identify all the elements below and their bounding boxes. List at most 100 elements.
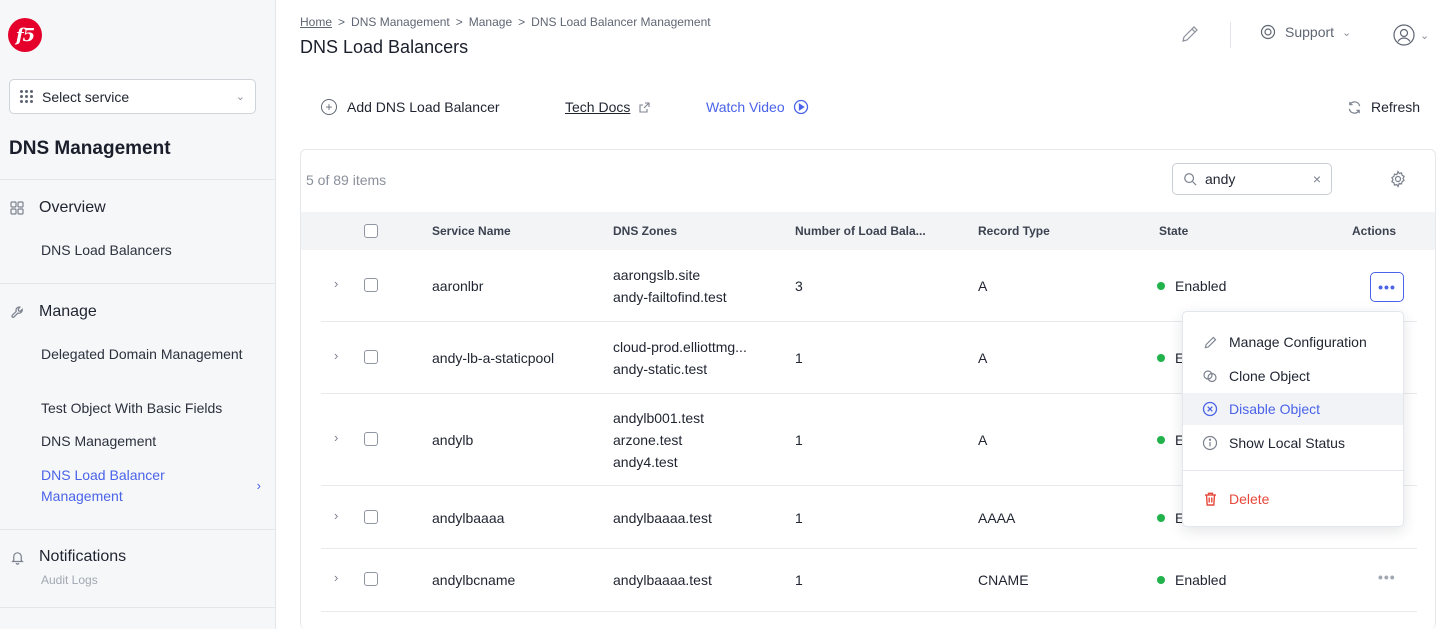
- row-actions-menu: Manage Configuration Clone Object Disabl…: [1182, 311, 1404, 527]
- user-avatar-icon: [1393, 24, 1415, 46]
- menu-item-delete[interactable]: Delete: [1183, 483, 1403, 515]
- select-all-checkbox[interactable]: [364, 224, 378, 238]
- row-checkbox[interactable]: [364, 278, 378, 292]
- dns-zone: andy-failtofind.test: [613, 289, 727, 305]
- chevron-right-icon[interactable]: ›: [334, 430, 338, 445]
- menu-item-label: Disable Object: [1229, 401, 1321, 417]
- state-label: Enabled: [1175, 572, 1227, 588]
- dns-zone: andylbaaaa.test: [613, 510, 712, 526]
- sidebar-group-manage[interactable]: Manage: [9, 303, 97, 321]
- sidebar-group-notifications[interactable]: Notifications: [9, 548, 126, 566]
- table-settings-gear-icon[interactable]: [1389, 170, 1407, 188]
- tech-docs-label: Tech Docs: [565, 99, 631, 115]
- dns-zone: cloud-prod.elliottmg...: [613, 339, 747, 355]
- menu-item-show-local-status[interactable]: Show Local Status: [1183, 427, 1403, 459]
- breadcrumb-home[interactable]: Home: [300, 15, 332, 29]
- service-name[interactable]: andylb: [432, 430, 473, 451]
- dns-zone: aarongslb.site: [613, 267, 701, 283]
- search-icon: [1184, 173, 1197, 186]
- select-service-dropdown[interactable]: Select service ⌄: [9, 79, 256, 114]
- support-menu[interactable]: Support ⌄: [1260, 24, 1351, 40]
- lb-count: 1: [795, 432, 803, 448]
- status-dot-icon: [1157, 282, 1165, 291]
- sidebar-title: DNS Management: [9, 138, 171, 159]
- sidebar-group-overview[interactable]: Overview: [9, 199, 106, 217]
- sidebar-item-delegated-domain[interactable]: Delegated Domain Management: [41, 344, 261, 365]
- chevron-right-icon[interactable]: ›: [334, 508, 338, 523]
- plus-circle-icon: +: [321, 99, 337, 115]
- page-title: DNS Load Balancers: [300, 37, 469, 57]
- x-circle-icon: [1201, 401, 1219, 417]
- refresh-label: Refresh: [1371, 99, 1421, 115]
- sidebar-item-test-object[interactable]: Test Object With Basic Fields: [41, 398, 261, 419]
- add-dns-load-balancer-button[interactable]: + Add DNS Load Balancer: [321, 99, 500, 115]
- search-input[interactable]: andy ×: [1172, 163, 1332, 195]
- breadcrumb-manage[interactable]: Manage: [469, 15, 512, 29]
- breadcrumb-current: DNS Load Balancer Management: [531, 15, 711, 29]
- row-checkbox[interactable]: [364, 432, 378, 446]
- sidebar-item-dns-load-balancers[interactable]: DNS Load Balancers: [41, 240, 261, 261]
- watch-video-link[interactable]: Watch Video: [706, 99, 809, 115]
- menu-item-label: Delete: [1229, 491, 1270, 507]
- sidebar-item-audit-logs[interactable]: Audit Logs: [41, 573, 98, 587]
- row-actions-button[interactable]: •••: [1378, 569, 1396, 585]
- add-label: Add DNS Load Balancer: [347, 99, 500, 115]
- column-state[interactable]: State: [1159, 224, 1188, 238]
- divider: [0, 283, 276, 284]
- divider: [1183, 470, 1403, 471]
- f5-logo[interactable]: f5: [8, 18, 42, 52]
- item-count: 5 of 89 items: [306, 172, 387, 188]
- status-dot-icon: [1157, 354, 1165, 363]
- trash-icon: [1201, 491, 1219, 507]
- edit-pencil-button[interactable]: [1180, 24, 1200, 44]
- column-number-of-lbs[interactable]: Number of Load Bala...: [795, 224, 926, 238]
- search-value: andy: [1205, 171, 1236, 187]
- user-avatar-menu[interactable]: ⌄: [1393, 24, 1429, 46]
- dns-zone: arzone.test: [613, 432, 683, 448]
- refresh-icon: [1348, 100, 1361, 114]
- state: Enabled: [1157, 570, 1226, 591]
- sidebar-group-label: Overview: [39, 199, 106, 216]
- breadcrumb-dns-management[interactable]: DNS Management: [351, 15, 450, 29]
- record-type: A: [978, 432, 988, 448]
- menu-item-manage-configuration[interactable]: Manage Configuration: [1183, 326, 1403, 358]
- sidebar-item-dns-lb-management[interactable]: DNS Load Balancer Management ›: [41, 465, 261, 507]
- pencil-icon: [1182, 26, 1198, 42]
- clear-search-icon[interactable]: ×: [1313, 171, 1321, 187]
- menu-item-clone-object[interactable]: Clone Object: [1183, 360, 1403, 392]
- chevron-right-icon[interactable]: ›: [334, 570, 338, 585]
- apps-grid-icon: [20, 89, 34, 104]
- divider: [0, 529, 276, 530]
- grid-icon: [9, 200, 25, 216]
- column-record-type[interactable]: Record Type: [978, 224, 1050, 238]
- record-type: A: [978, 278, 988, 294]
- row-checkbox[interactable]: [364, 510, 378, 524]
- column-service-name[interactable]: Service Name: [432, 224, 511, 238]
- sidebar: f5 Select service ⌄ DNS Management Overv…: [0, 0, 276, 629]
- row-checkbox[interactable]: [364, 572, 378, 586]
- service-name[interactable]: andylbcname: [432, 570, 515, 591]
- service-name[interactable]: andy-lb-a-staticpool: [432, 348, 554, 369]
- service-name[interactable]: aaronlbr: [432, 276, 483, 297]
- divider: [0, 179, 276, 180]
- tech-docs-link[interactable]: Tech Docs: [565, 99, 651, 115]
- refresh-button[interactable]: Refresh: [1347, 99, 1420, 115]
- sidebar-item-label: DNS Load Balancer Management: [41, 467, 165, 504]
- menu-item-disable-object[interactable]: Disable Object: [1183, 393, 1403, 425]
- row-checkbox[interactable]: [364, 350, 378, 364]
- external-link-icon: [639, 101, 650, 113]
- service-name[interactable]: andylbaaaa: [432, 508, 504, 529]
- state-label: Enabled: [1175, 278, 1227, 294]
- play-circle-icon: [793, 99, 808, 115]
- lb-count: 3: [795, 278, 803, 294]
- column-actions: Actions: [1352, 224, 1397, 238]
- column-dns-zones[interactable]: DNS Zones: [613, 224, 677, 238]
- row-actions-button[interactable]: •••: [1370, 272, 1404, 302]
- chevron-right-icon[interactable]: ›: [334, 348, 338, 363]
- chevron-right-icon[interactable]: ›: [334, 276, 338, 291]
- sidebar-item-dns-management[interactable]: DNS Management: [41, 431, 261, 452]
- table-row[interactable]: › andylbcname andylbaaaa.test 1 CNAME En…: [321, 549, 1417, 612]
- bell-icon: [9, 549, 25, 565]
- clone-icon: [1201, 368, 1219, 384]
- dns-zone: andylbaaaa.test: [613, 572, 712, 588]
